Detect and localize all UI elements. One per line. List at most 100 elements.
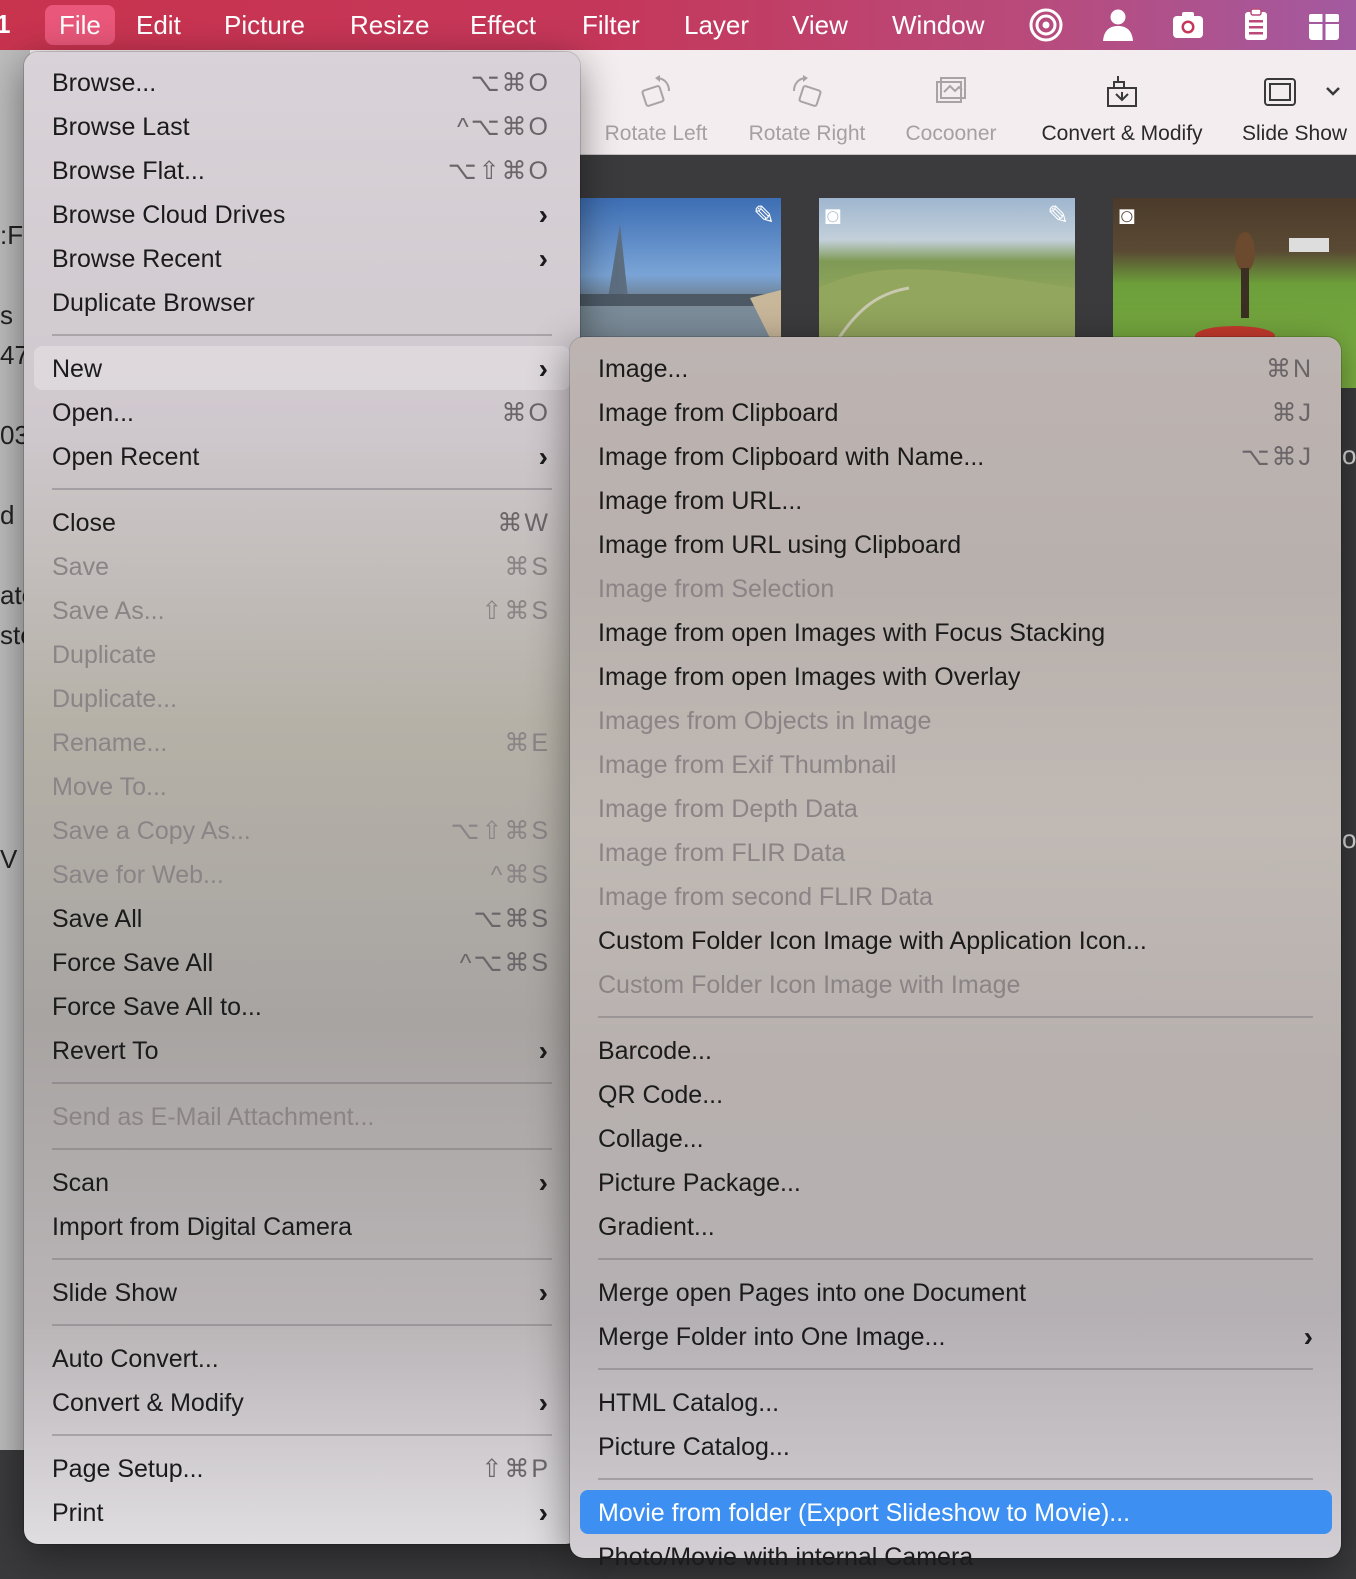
menu-item-revert-to[interactable]: Revert To › — [24, 1029, 580, 1073]
menu-item-send-email[interactable]: Send as E-Mail Attachment... — [24, 1095, 580, 1139]
menu-item-label: QR Code... — [598, 1081, 724, 1109]
menu-item-force-save-all[interactable]: Force Save All ^⌥⌘S — [24, 941, 580, 985]
user-icon[interactable] — [1099, 6, 1137, 44]
gift-icon[interactable] — [1305, 6, 1343, 44]
menu-item-shortcut: ⌥⌘S — [473, 905, 550, 933]
menu-item-browse[interactable]: Browse... ⌥⌘O — [24, 61, 580, 105]
menu-item-picture-package[interactable]: Picture Package... — [570, 1161, 1341, 1205]
menu-item-merge-folder[interactable]: Merge Folder into One Image... › — [570, 1315, 1341, 1359]
thumbnail[interactable]: ◙ ✎ — [819, 198, 1075, 338]
camera-icon[interactable] — [1169, 6, 1207, 44]
menu-item-duplicate[interactable]: Duplicate — [24, 633, 580, 677]
thumbnail-image — [819, 269, 1075, 338]
menu-item-barcode[interactable]: Barcode... — [570, 1029, 1341, 1073]
menu-item-import-camera[interactable]: Import from Digital Camera — [24, 1205, 580, 1249]
bg-fragment: d — [0, 500, 15, 530]
menu-item-merge-pages[interactable]: Merge open Pages into one Document — [570, 1271, 1341, 1315]
menu-item-browse-last[interactable]: Browse Last ^⌥⌘O — [24, 105, 580, 149]
menu-item-folder-icon-image[interactable]: Custom Folder Icon Image with Image — [570, 963, 1341, 1007]
menu-item-overlay[interactable]: Image from open Images with Overlay — [570, 655, 1341, 699]
menu-item-browse-recent[interactable]: Browse Recent › — [24, 237, 580, 281]
slide-show-button[interactable]: Slide Show — [1236, 50, 1356, 154]
menu-item-focus-stacking[interactable]: Image from open Images with Focus Stacki… — [570, 611, 1341, 655]
pin-icon[interactable]: ✎ — [753, 200, 775, 231]
convert-modify-button[interactable]: Convert & Modify — [1024, 50, 1220, 154]
menu-item-label: Force Save All to... — [52, 993, 262, 1021]
menu-item-open-recent[interactable]: Open Recent › — [24, 435, 580, 479]
menu-item-label: Image... — [598, 355, 689, 383]
menu-item-slide-show[interactable]: Slide Show › — [24, 1271, 580, 1315]
menu-item-picture-catalog[interactable]: Picture Catalog... — [570, 1425, 1341, 1469]
menu-item-save-all[interactable]: Save All ⌥⌘S — [24, 897, 580, 941]
menu-item-label: Image from open Images with Focus Stacki… — [598, 619, 1106, 647]
menu-item-label: Save As... — [52, 597, 165, 625]
menu-file[interactable]: File — [45, 5, 115, 45]
menu-item-new[interactable]: New › — [24, 347, 580, 391]
menu-item-image-from-clipboard-name[interactable]: Image from Clipboard with Name... ⌥⌘J — [570, 435, 1341, 479]
menu-item-depth-data[interactable]: Image from Depth Data — [570, 787, 1341, 831]
menu-item-browse-flat[interactable]: Browse Flat... ⌥⇧⌘O — [24, 149, 580, 193]
target-icon[interactable] — [1027, 6, 1065, 44]
clipboard-icon[interactable] — [1237, 6, 1275, 44]
menu-item-close[interactable]: Close ⌘W — [24, 501, 580, 545]
menu-layer[interactable]: Layer — [670, 5, 763, 45]
menu-item-save[interactable]: Save ⌘S — [24, 545, 580, 589]
menu-item-label: Open... — [52, 399, 134, 427]
menu-item-image[interactable]: Image... ⌘N — [570, 347, 1341, 391]
menu-item-label: Save All — [52, 905, 143, 933]
menu-item-force-save-all-to[interactable]: Force Save All to... — [24, 985, 580, 1029]
rotate-left-button[interactable]: Rotate Left — [590, 50, 722, 154]
menu-item-objects-in-image[interactable]: Images from Objects in Image — [570, 699, 1341, 743]
menu-item-convert-modify[interactable]: Convert & Modify › — [24, 1381, 580, 1425]
cocooner-button[interactable]: Cocooner — [892, 50, 1010, 154]
menu-item-save-a-copy-as[interactable]: Save a Copy As... ⌥⇧⌘S — [24, 809, 580, 853]
chevron-down-icon[interactable] — [1322, 80, 1344, 102]
menu-item-image-from-url-clipboard[interactable]: Image from URL using Clipboard — [570, 523, 1341, 567]
menu-picture[interactable]: Picture — [210, 5, 319, 45]
thumbnail[interactable]: ✎ — [580, 198, 781, 338]
menu-item-folder-icon-app[interactable]: Custom Folder Icon Image with Applicatio… — [570, 919, 1341, 963]
menu-item-save-as[interactable]: Save As... ⇧⌘S — [24, 589, 580, 633]
menu-item-photo-movie-camera[interactable]: Photo/Movie with internal Camera — [570, 1535, 1341, 1579]
menu-item-label: Open Recent — [52, 443, 200, 471]
menu-item-label: Browse Recent — [52, 245, 222, 273]
chevron-right-icon: › — [538, 1167, 548, 1198]
chevron-right-icon: › — [1303, 1321, 1313, 1352]
menu-item-label: Merge open Pages into one Document — [598, 1279, 1027, 1307]
rotate-right-button[interactable]: Rotate Right — [738, 50, 876, 154]
menu-item-rename[interactable]: Rename... ⌘E — [24, 721, 580, 765]
menu-item-image-from-selection[interactable]: Image from Selection — [570, 567, 1341, 611]
menu-item-image-from-clipboard[interactable]: Image from Clipboard ⌘J — [570, 391, 1341, 435]
menu-item-html-catalog[interactable]: HTML Catalog... — [570, 1381, 1341, 1425]
menu-item-duplicate-browser[interactable]: Duplicate Browser — [24, 281, 580, 325]
menu-item-shortcut: ⌘N — [1265, 355, 1313, 383]
menu-item-auto-convert[interactable]: Auto Convert... — [24, 1337, 580, 1381]
pin-icon[interactable]: ✎ — [1047, 200, 1069, 231]
menu-item-exif-thumbnail[interactable]: Image from Exif Thumbnail — [570, 743, 1341, 787]
menu-item-page-setup[interactable]: Page Setup... ⇧⌘P — [24, 1447, 580, 1491]
menu-item-flir-data[interactable]: Image from FLIR Data — [570, 831, 1341, 875]
menu-window[interactable]: Window — [878, 5, 998, 45]
menu-item-movie-from-folder[interactable]: Movie from folder (Export Slideshow to M… — [570, 1491, 1341, 1535]
menu-item-scan[interactable]: Scan › — [24, 1161, 580, 1205]
menu-item-move-to[interactable]: Move To... — [24, 765, 580, 809]
menu-item-label: Images from Objects in Image — [598, 707, 932, 735]
menu-item-browse-cloud-drives[interactable]: Browse Cloud Drives › — [24, 193, 580, 237]
menu-edit[interactable]: Edit — [122, 5, 195, 45]
menu-item-shortcut: ^⌥⌘O — [457, 113, 550, 141]
menu-item-print[interactable]: Print › — [24, 1491, 580, 1535]
menu-item-save-for-web[interactable]: Save for Web... ^⌘S — [24, 853, 580, 897]
menu-resize[interactable]: Resize — [336, 5, 443, 45]
menu-filter[interactable]: Filter — [568, 5, 654, 45]
menu-item-shortcut: ⌘S — [504, 553, 550, 581]
menu-item-second-flir-data[interactable]: Image from second FLIR Data — [570, 875, 1341, 919]
menu-item-gradient[interactable]: Gradient... — [570, 1205, 1341, 1249]
menu-item-duplicate-dialog[interactable]: Duplicate... — [24, 677, 580, 721]
menu-item-label: New — [52, 355, 103, 383]
menu-effect[interactable]: Effect — [456, 5, 550, 45]
menu-view[interactable]: View — [778, 5, 862, 45]
menu-item-collage[interactable]: Collage... — [570, 1117, 1341, 1161]
menu-item-open[interactable]: Open... ⌘O — [24, 391, 580, 435]
menu-item-qr-code[interactable]: QR Code... — [570, 1073, 1341, 1117]
menu-item-image-from-url[interactable]: Image from URL... — [570, 479, 1341, 523]
